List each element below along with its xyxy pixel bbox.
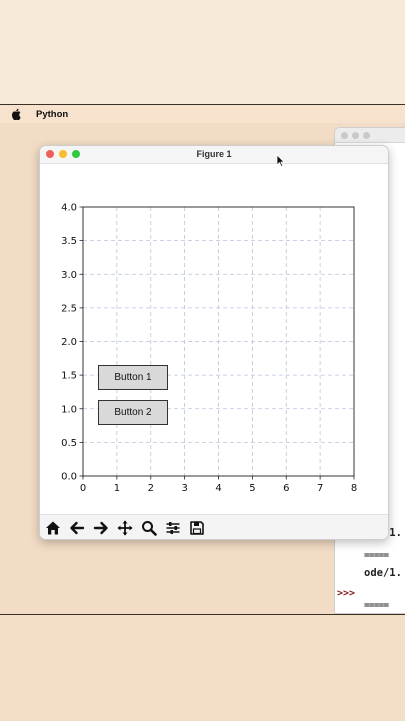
x-tick-label: 6: [283, 483, 289, 494]
x-tick-label: 2: [148, 483, 154, 494]
plot-canvas[interactable]: 0 1 2 3 4 5 6 7 8 0.0 0.5 1.0 1.5 2.0 2.5 3.0 3.5 4.0: [40, 164, 388, 514]
terminal-line: ode/1.: [364, 567, 402, 579]
terminal-line: =====: [364, 551, 389, 561]
forward-arrow-icon[interactable]: [90, 517, 112, 539]
x-tick-label: 7: [317, 483, 323, 494]
y-tick-label: 3.5: [61, 236, 77, 247]
figure-window[interactable]: Figure 1 0 1 2 3 4 5 6 7 8 0.0 0.5 1.0 1.5 2.0 2.5 3.0 3…: [39, 145, 389, 540]
configure-subplots-icon[interactable]: [162, 517, 184, 539]
y-tick-label: 2.5: [61, 303, 77, 314]
x-tick-label: 8: [351, 483, 357, 494]
terminal-close-button[interactable]: [341, 131, 348, 139]
window-titlebar: Figure 1: [40, 146, 388, 164]
zoom-magnifier-icon[interactable]: [138, 517, 160, 539]
pan-move-icon[interactable]: [114, 517, 136, 539]
y-tick-label: 3.0: [61, 270, 77, 281]
y-tick-label: 0.0: [61, 472, 77, 483]
navigation-toolbar: [40, 514, 388, 539]
home-icon[interactable]: [42, 517, 64, 539]
terminal-minimize-button[interactable]: [352, 131, 359, 139]
y-tick-label: 1.0: [61, 404, 77, 415]
app-menu-python[interactable]: Python: [36, 109, 68, 120]
x-tick-label: 0: [80, 483, 86, 494]
desktop-wallpaper-top: [0, 0, 405, 104]
x-tick-label: 4: [215, 483, 221, 494]
mouse-pointer-icon: [276, 154, 286, 168]
y-tick-label: 2.0: [61, 337, 77, 348]
button-2[interactable]: Button 2: [98, 400, 168, 425]
terminal-prompt: >>>: [337, 588, 356, 599]
x-tick-label: 3: [181, 483, 187, 494]
apple-logo-icon[interactable]: [12, 108, 22, 120]
x-tick-label: 1: [114, 483, 120, 494]
x-tick-label: 5: [249, 483, 255, 494]
button-1[interactable]: Button 1: [98, 365, 168, 390]
window-title: Figure 1: [196, 149, 232, 159]
back-arrow-icon[interactable]: [66, 517, 88, 539]
terminal-titlebar: [335, 128, 405, 143]
y-tick-label: 4.0: [61, 203, 77, 214]
menu-bar: Python: [0, 104, 405, 123]
save-floppy-icon[interactable]: [186, 517, 208, 539]
y-tick-label: 0.5: [61, 438, 77, 449]
desktop-wallpaper-bottom: [0, 614, 405, 721]
terminal-line: =====: [364, 601, 389, 611]
terminal-zoom-button[interactable]: [363, 131, 370, 139]
y-tick-label: 1.5: [61, 371, 77, 382]
